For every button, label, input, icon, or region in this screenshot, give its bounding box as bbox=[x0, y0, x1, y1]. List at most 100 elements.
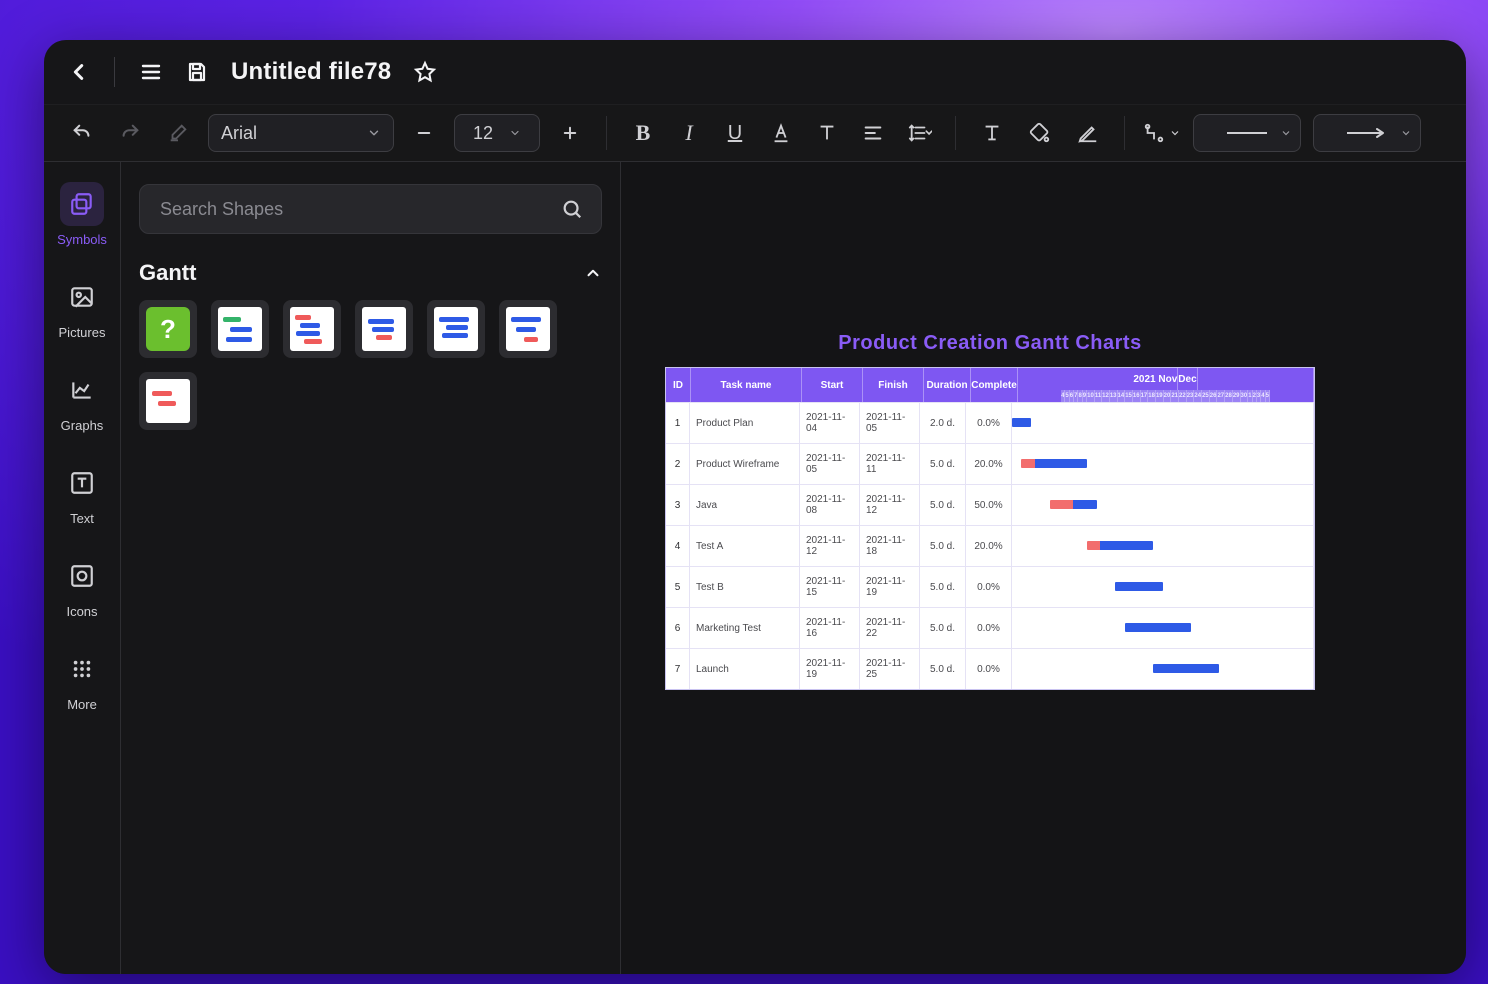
shape-gantt-3[interactable] bbox=[355, 300, 413, 358]
insert-text-button[interactable] bbox=[974, 115, 1010, 151]
cell-duration: 2.0 d. bbox=[920, 403, 966, 443]
symbols-icon bbox=[60, 182, 104, 226]
cell-finish: 2021-11-12 bbox=[860, 485, 920, 525]
align-button[interactable] bbox=[855, 115, 891, 151]
canvas[interactable]: Product Creation Gantt Charts ID Task na… bbox=[621, 162, 1466, 974]
cell-complete: 50.0% bbox=[966, 485, 1012, 525]
day-tick: 13 bbox=[1110, 390, 1118, 402]
cell-id: 5 bbox=[666, 567, 690, 607]
shape-thumbnails: ? bbox=[139, 300, 602, 430]
rail-item-pictures[interactable]: Pictures bbox=[59, 275, 106, 340]
gantt-row[interactable]: 5Test B2021-11-152021-11-195.0 d.0.0% bbox=[666, 566, 1314, 607]
gantt-row[interactable]: 4Test A2021-11-122021-11-185.0 d.20.0% bbox=[666, 525, 1314, 566]
search-shapes[interactable] bbox=[139, 184, 602, 234]
arrow-style-select[interactable] bbox=[1313, 114, 1421, 152]
gantt-bar[interactable] bbox=[1153, 664, 1219, 673]
cell-duration: 5.0 d. bbox=[920, 567, 966, 607]
fill-button[interactable] bbox=[1022, 115, 1058, 151]
day-tick: 15 bbox=[1125, 390, 1133, 402]
cell-complete: 0.0% bbox=[966, 649, 1012, 689]
cell-id: 1 bbox=[666, 403, 690, 443]
day-tick: 29 bbox=[1233, 390, 1241, 402]
gantt-bar[interactable] bbox=[1115, 582, 1162, 591]
gantt-bar[interactable] bbox=[1021, 459, 1087, 468]
cell-start: 2021-11-19 bbox=[800, 649, 860, 689]
file-title[interactable]: Untitled file78 bbox=[231, 58, 391, 86]
cell-complete: 20.0% bbox=[966, 526, 1012, 566]
cell-name: Product Wireframe bbox=[690, 444, 800, 484]
underline-button[interactable]: U bbox=[717, 115, 753, 151]
font-size-select[interactable]: 12 bbox=[454, 114, 540, 152]
gantt-row[interactable]: 1Product Plan2021-11-042021-11-052.0 d.0… bbox=[666, 402, 1314, 443]
shape-gantt-5[interactable] bbox=[499, 300, 557, 358]
gantt-row[interactable]: 7Launch2021-11-192021-11-255.0 d.0.0% bbox=[666, 648, 1314, 689]
gantt-bar[interactable] bbox=[1050, 500, 1097, 509]
day-tick: 30 bbox=[1241, 390, 1249, 402]
cell-duration: 5.0 d. bbox=[920, 608, 966, 648]
connector-button[interactable] bbox=[1143, 115, 1181, 151]
pictures-icon bbox=[60, 275, 104, 319]
line-spacing-button[interactable] bbox=[901, 115, 937, 151]
redo-button[interactable] bbox=[112, 115, 148, 151]
gantt-row[interactable]: 2Product Wireframe2021-11-052021-11-115.… bbox=[666, 443, 1314, 484]
cell-finish: 2021-11-25 bbox=[860, 649, 920, 689]
cell-complete: 0.0% bbox=[966, 608, 1012, 648]
app-window: Untitled file78 Arial 12 bbox=[44, 40, 1466, 974]
rail-label: Pictures bbox=[59, 325, 106, 340]
cell-finish: 2021-11-05 bbox=[860, 403, 920, 443]
bold-button[interactable]: B bbox=[625, 115, 661, 151]
month-nov: 2021 Nov bbox=[1133, 368, 1178, 390]
cell-start: 2021-11-12 bbox=[800, 526, 860, 566]
cell-name: Launch bbox=[690, 649, 800, 689]
category-header[interactable]: Gantt bbox=[139, 260, 602, 286]
graphs-icon bbox=[60, 368, 104, 412]
day-tick: 18 bbox=[1148, 390, 1156, 402]
rail-item-more[interactable]: More bbox=[60, 647, 104, 712]
search-icon bbox=[561, 198, 583, 220]
rail-item-graphs[interactable]: Graphs bbox=[60, 368, 104, 433]
favorite-button[interactable] bbox=[413, 60, 437, 84]
rail-label: Symbols bbox=[57, 232, 107, 247]
shape-help[interactable]: ? bbox=[139, 300, 197, 358]
gantt-bar[interactable] bbox=[1087, 541, 1153, 550]
rail-item-text[interactable]: Text bbox=[60, 461, 104, 526]
format-painter-button[interactable] bbox=[160, 115, 196, 151]
italic-button[interactable]: I bbox=[671, 115, 707, 151]
shape-gantt-2[interactable] bbox=[283, 300, 341, 358]
gantt-row[interactable]: 3Java2021-11-082021-11-125.0 d.50.0% bbox=[666, 484, 1314, 525]
search-input[interactable] bbox=[158, 198, 547, 221]
gantt-chart[interactable]: Product Creation Gantt Charts ID Task na… bbox=[665, 332, 1315, 690]
line-style-select[interactable] bbox=[1193, 114, 1301, 152]
col-finish: Finish bbox=[863, 368, 924, 402]
rail-item-symbols[interactable]: Symbols bbox=[57, 182, 107, 247]
cell-name: Test B bbox=[690, 567, 800, 607]
shape-gantt-4[interactable] bbox=[427, 300, 485, 358]
font-decrease-button[interactable] bbox=[406, 115, 442, 151]
cell-id: 6 bbox=[666, 608, 690, 648]
menu-button[interactable] bbox=[139, 60, 163, 84]
day-tick: 5 bbox=[1266, 390, 1270, 402]
font-increase-button[interactable] bbox=[552, 115, 588, 151]
gantt-bar[interactable] bbox=[1125, 623, 1191, 632]
text-format-button[interactable] bbox=[809, 115, 845, 151]
gantt-row[interactable]: 6Marketing Test2021-11-162021-11-225.0 d… bbox=[666, 607, 1314, 648]
divider bbox=[114, 57, 115, 87]
shape-gantt-1[interactable] bbox=[211, 300, 269, 358]
font-color-button[interactable] bbox=[763, 115, 799, 151]
undo-button[interactable] bbox=[64, 115, 100, 151]
rail-item-icons[interactable]: Icons bbox=[60, 554, 104, 619]
save-button[interactable] bbox=[185, 60, 209, 84]
gantt-table: ID Task name Start Finish Duration Compl… bbox=[665, 367, 1315, 690]
cell-name: Marketing Test bbox=[690, 608, 800, 648]
day-tick: 12 bbox=[1102, 390, 1110, 402]
back-button[interactable] bbox=[68, 61, 90, 83]
gantt-bar[interactable] bbox=[1012, 418, 1031, 427]
pen-button[interactable] bbox=[1070, 115, 1106, 151]
shapes-panel: Gantt ? bbox=[121, 162, 621, 974]
cell-finish: 2021-11-11 bbox=[860, 444, 920, 484]
shape-gantt-6[interactable] bbox=[139, 372, 197, 430]
day-tick: 14 bbox=[1118, 390, 1126, 402]
font-family-select[interactable]: Arial bbox=[208, 114, 394, 152]
rail-label: More bbox=[67, 697, 97, 712]
cell-name: Product Plan bbox=[690, 403, 800, 443]
